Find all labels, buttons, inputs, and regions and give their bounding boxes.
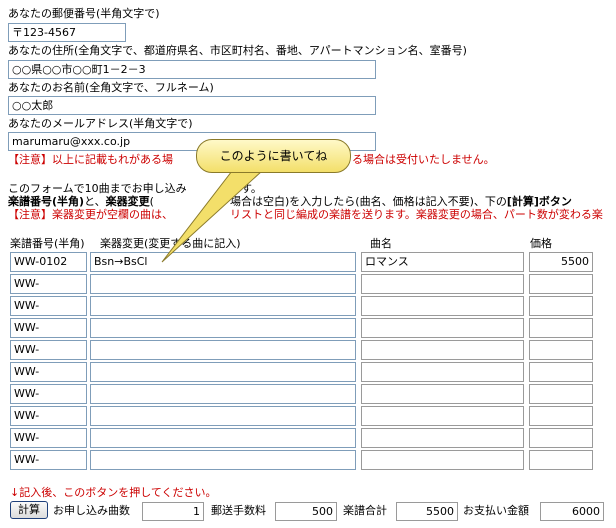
callout-tail — [161, 170, 264, 263]
subtotal-label: 楽譜合計 — [343, 504, 387, 517]
callout-bubble: このように書いてね — [196, 139, 351, 173]
footer-instruction: ↓記入後、このボタンを押してください。 — [10, 486, 217, 499]
count-input[interactable]: 1 — [142, 502, 204, 521]
shipping-label: 郵送手数料 — [211, 504, 266, 517]
calc-button[interactable]: 計算 — [10, 501, 48, 519]
count-label: お申し込み曲数 — [53, 504, 130, 517]
total-input[interactable]: 6000 — [540, 502, 604, 521]
shipping-input[interactable]: 500 — [275, 502, 337, 521]
subtotal-input[interactable]: 5500 — [396, 502, 458, 521]
total-label: お支払い金額 — [463, 504, 529, 517]
